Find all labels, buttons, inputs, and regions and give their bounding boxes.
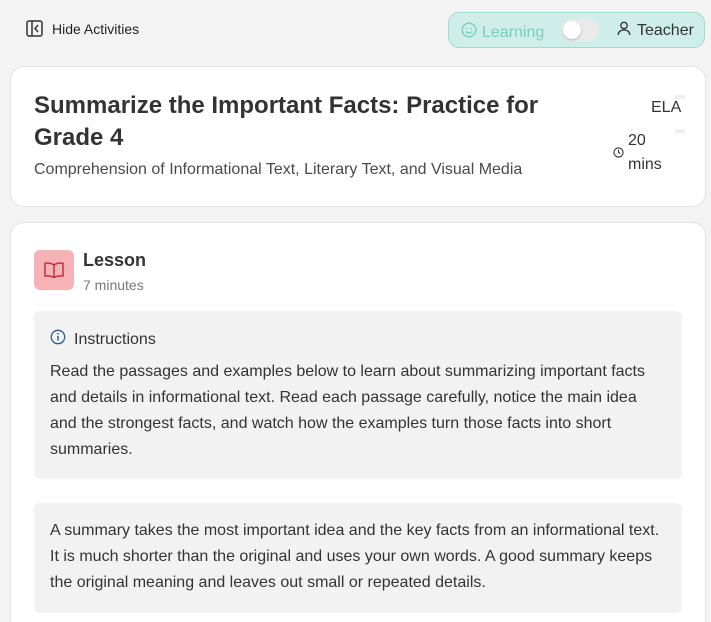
mode-learning-option[interactable]: Learning [461, 22, 544, 43]
page-subtitle: Comprehension of Informational Text, Lit… [34, 161, 523, 178]
instructions-heading-label: Instructions [74, 330, 156, 348]
scroll-indicator [675, 95, 685, 133]
mode-teacher-option[interactable]: Teacher [617, 21, 694, 41]
mode-learning-label: Learning [482, 23, 545, 41]
instructions-panel: Instructions Read the passages and examp… [34, 311, 682, 479]
info-icon [50, 329, 66, 350]
summary-text: A summary takes the most important idea … [50, 522, 660, 591]
book-open-icon [34, 250, 74, 290]
hide-activities-button[interactable]: Hide Activities [26, 20, 139, 37]
lesson-title: Lesson [83, 250, 147, 270]
switch-knob [563, 21, 581, 39]
instructions-heading: Instructions [50, 329, 156, 350]
smile-icon [461, 22, 477, 43]
page-title: Summarize the Important Facts: Practice … [34, 92, 539, 151]
duration-text: 20 mins [628, 132, 662, 173]
clock-icon [613, 129, 624, 163]
lesson-card: Lesson 7 minutes Instructions Read the p… [10, 222, 706, 622]
sidebar-collapse-icon [26, 20, 43, 37]
summary-panel: A summary takes the most important idea … [34, 503, 682, 613]
duration: 20 mins [613, 129, 668, 177]
instructions-text: Read the passages and examples below to … [50, 363, 645, 458]
mode-teacher-label: Teacher [637, 22, 694, 39]
activity-header-card: Summarize the Important Facts: Practice … [10, 66, 706, 207]
lesson-time: 7 minutes [83, 277, 144, 293]
mode-toggle: Learning Teacher [448, 12, 705, 48]
hide-activities-label: Hide Activities [52, 20, 140, 37]
user-icon [617, 21, 631, 41]
mode-switch[interactable] [561, 19, 599, 41]
